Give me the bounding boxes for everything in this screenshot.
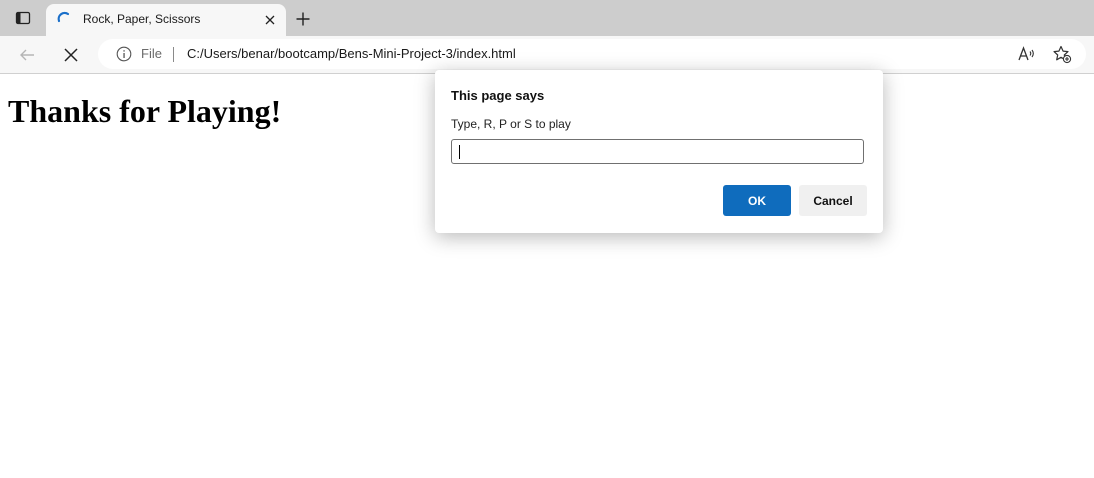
address-separator [173, 47, 174, 62]
browser-toolbar: File C:/Users/benar/bootcamp/Bens-Mini-P… [0, 36, 1094, 74]
plus-icon[interactable] [292, 8, 314, 30]
address-bar[interactable]: File C:/Users/benar/bootcamp/Bens-Mini-P… [98, 39, 1086, 69]
prompt-dialog: This page says Type, R, P or S to play O… [435, 70, 883, 233]
stop-icon[interactable] [58, 42, 84, 68]
ok-button[interactable]: OK [723, 185, 791, 216]
info-icon[interactable] [116, 46, 132, 62]
url-text[interactable]: C:/Users/benar/bootcamp/Bens-Mini-Projec… [187, 46, 516, 61]
dialog-message: Type, R, P or S to play [451, 117, 571, 131]
tab-actions-icon[interactable] [8, 6, 38, 30]
tab-strip: Rock, Paper, Scissors [0, 0, 1094, 36]
add-favorite-icon[interactable] [1052, 44, 1072, 64]
back-arrow-icon[interactable] [14, 42, 40, 68]
text-caret [459, 145, 460, 159]
dialog-title: This page says [451, 88, 545, 103]
read-aloud-icon[interactable] [1016, 44, 1036, 64]
cancel-button[interactable]: Cancel [799, 185, 867, 216]
page-heading: Thanks for Playing! [8, 93, 282, 129]
scheme-label: File [141, 46, 162, 61]
browser-tab[interactable]: Rock, Paper, Scissors [46, 4, 286, 36]
tab-title: Rock, Paper, Scissors [83, 12, 201, 26]
loading-spinner-icon [56, 11, 72, 27]
prompt-input[interactable] [451, 139, 864, 164]
close-icon[interactable] [262, 12, 278, 28]
